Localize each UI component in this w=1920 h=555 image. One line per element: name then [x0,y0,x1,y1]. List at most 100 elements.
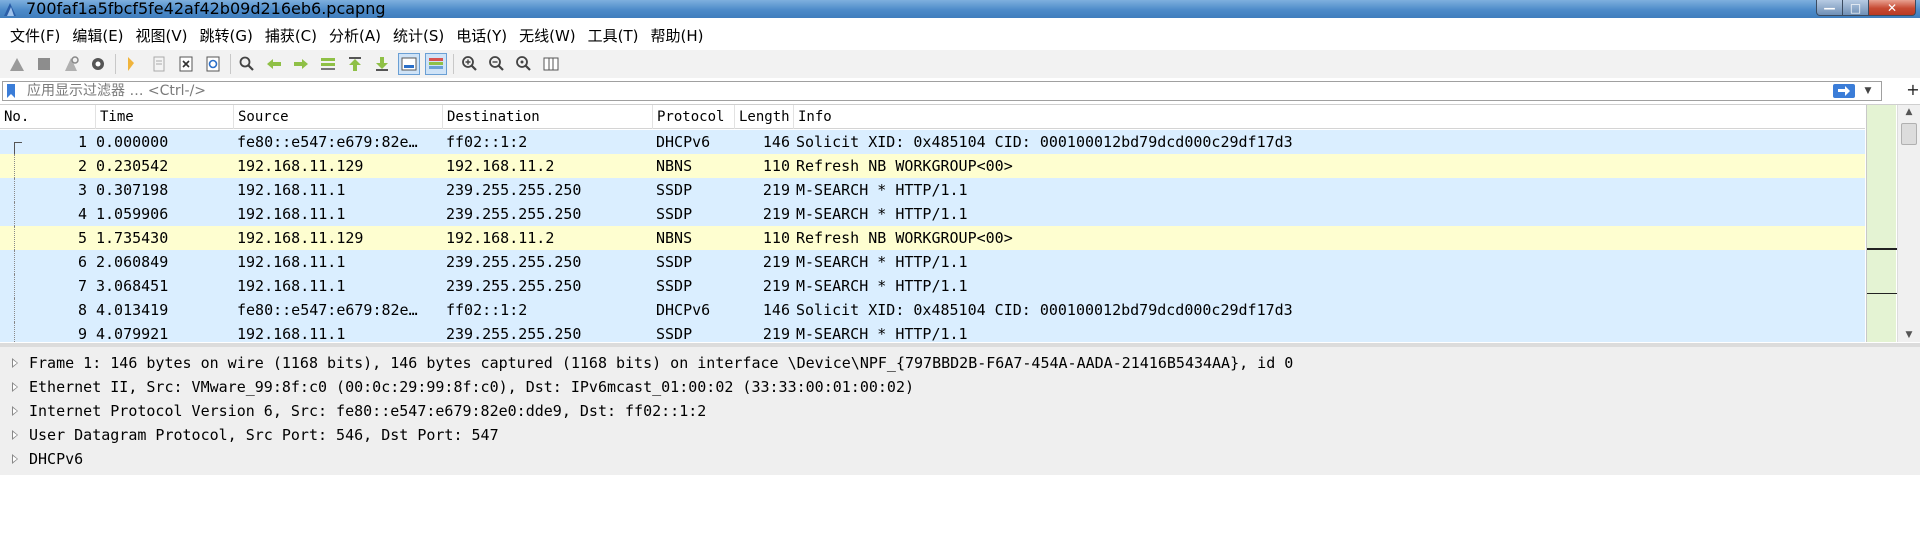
resize-columns-icon[interactable] [540,53,562,75]
column-header-source[interactable]: Source [234,105,443,129]
menu-capture[interactable]: 捕获(C) [259,24,323,48]
packet-minimap[interactable] [1866,105,1897,342]
minimize-button[interactable]: — [1816,0,1843,16]
packet-cell-length: 110 [762,157,790,175]
packet-cell-info: Refresh NB WORKGROUP<00> [796,157,1013,175]
packet-cell-source: 192.168.11.129 [237,229,364,247]
menu-file[interactable]: 文件(F) [4,24,66,48]
chevron-down-icon[interactable]: ▼ [1861,84,1875,98]
menu-view[interactable]: 视图(V) [130,24,194,48]
wireshark-fin-icon [4,3,16,16]
packet-list-scrollbar[interactable]: ▲ ▼ [1897,105,1920,342]
zoom-normal-icon[interactable] [513,53,535,75]
scrollbar-thumb[interactable] [1901,123,1917,145]
packet-cell-destination: ff02::1:2 [446,301,528,319]
packet-list-header: No. Time Source Destination Protocol Len… [0,105,1865,129]
filter-placeholder: 应用显示过滤器 … <Ctrl-/> [27,83,207,99]
packet-row[interactable]: 4 1.059906 192.168.11.1 239.255.255.250 SSDP… [0,202,1865,226]
expand-triangle-icon[interactable] [12,430,18,440]
packet-cell-destination: ff02::1:2 [446,133,528,151]
packet-cell-protocol: SSDP [656,205,693,223]
window-controls: — □ ✕ [1816,0,1916,16]
packet-row[interactable]: 1 0.000000 fe80::e547:e679:82e… ff02::1:2 DH… [0,130,1865,154]
packet-cell-protocol: SSDP [656,253,693,271]
reload-icon[interactable] [202,53,224,75]
display-filter-input[interactable]: 应用显示过滤器 … <Ctrl-/> ▼ [2,81,1882,101]
menu-go[interactable]: 跳转(G) [194,24,259,48]
open-folder-icon[interactable] [121,53,143,75]
column-header-no[interactable]: No. [0,105,96,129]
packet-cell-no: 7 [77,277,87,295]
packet-cell-no: 5 [77,229,87,247]
packet-cell-info: Solicit XID: 0x485104 CID: 000100012bd79… [796,133,1293,151]
packet-row[interactable]: 5 1.735430 192.168.11.129 192.168.11.2 NBNS 1… [0,226,1865,250]
close-file-icon[interactable] [175,53,197,75]
menu-statistics[interactable]: 统计(S) [387,24,450,48]
packet-cell-length: 219 [762,277,790,295]
scroll-up-icon[interactable]: ▲ [1898,105,1920,119]
menu-help[interactable]: 帮助(H) [645,24,710,48]
column-header-time[interactable]: Time [96,105,234,129]
maximize-button[interactable]: □ [1843,0,1869,16]
last-packet-icon[interactable] [371,53,393,75]
detail-udp[interactable]: User Datagram Protocol, Src Port: 546, D… [0,423,1920,447]
close-button[interactable]: ✕ [1869,0,1916,16]
options-gear-icon[interactable] [87,53,109,75]
menu-analyze[interactable]: 分析(A) [323,24,387,48]
restart-icon[interactable] [60,53,82,75]
packet-cell-length: 146 [762,301,790,319]
packet-cell-length: 110 [762,229,790,247]
expand-triangle-icon[interactable] [12,358,18,368]
packet-cell-no: 9 [77,325,87,342]
packet-cell-time: 0.307198 [96,181,169,199]
detail-ipv6[interactable]: Internet Protocol Version 6, Src: fe80::… [0,399,1920,423]
zoom-in-icon[interactable] [459,53,481,75]
packet-row[interactable]: 9 4.079921 192.168.11.1 239.255.255.250 SSDP… [0,322,1865,342]
first-packet-icon[interactable] [344,53,366,75]
expand-triangle-icon[interactable] [12,406,18,416]
expand-triangle-icon[interactable] [12,454,18,464]
main-toolbar [0,50,1920,78]
packet-cell-length: 219 [762,253,790,271]
packet-row[interactable]: 3 0.307198 192.168.11.1 239.255.255.250 SSDP… [0,178,1865,202]
packet-row[interactable]: 2 0.230542 192.168.11.129 192.168.11.2 NBNS 1… [0,154,1865,178]
menu-wireless[interactable]: 无线(W) [513,24,582,48]
detail-ethernet[interactable]: Ethernet II, Src: VMware_99:8f:c0 (00:0c… [0,375,1920,399]
expand-triangle-icon[interactable] [12,382,18,392]
packet-row[interactable]: 6 2.060849 192.168.11.1 239.255.255.250 SSDP… [0,250,1865,274]
bookmark-icon[interactable] [6,84,16,98]
menu-tools[interactable]: 工具(T) [582,24,645,48]
minimap-marker [1867,293,1897,294]
packet-cell-destination: 239.255.255.250 [446,253,582,271]
packet-row[interactable]: 8 4.013419 fe80::e547:e679:82e… ff02::1:2 DH… [0,298,1865,322]
zoom-out-icon[interactable] [486,53,508,75]
packet-cell-info: M-SEARCH * HTTP/1.1 [796,205,968,223]
menu-telephony[interactable]: 电话(Y) [450,24,513,48]
column-header-info[interactable]: Info [794,105,1865,129]
apply-filter-arrow-icon[interactable] [1833,84,1855,98]
packet-cell-length: 146 [762,133,790,151]
window-title: 700faf1a5fbcf5fe42af42b09d216eb6.pcapng [26,0,386,18]
packet-cell-source: fe80::e547:e679:82e… [237,133,418,151]
detail-frame[interactable]: Frame 1: 146 bytes on wire (1168 bits), … [0,351,1920,375]
column-header-destination[interactable]: Destination [443,105,653,129]
forward-arrow-icon[interactable] [290,53,312,75]
autoscroll-icon[interactable] [398,53,420,75]
packet-cell-source: 192.168.11.1 [237,205,346,223]
find-icon[interactable] [236,53,258,75]
back-arrow-icon[interactable] [263,53,285,75]
shark-fin-start-icon[interactable] [6,53,28,75]
save-file-icon[interactable] [148,53,170,75]
go-to-packet-icon[interactable] [317,53,339,75]
add-filter-button[interactable]: + [1906,80,1920,100]
scroll-down-icon[interactable]: ▼ [1898,328,1920,342]
packet-cell-no: 6 [77,253,87,271]
menu-edit[interactable]: 编辑(E) [66,24,129,48]
detail-dhcpv6[interactable]: DHCPv6 [0,447,1920,471]
column-header-length[interactable]: Length [735,105,794,129]
stop-icon[interactable] [33,53,55,75]
colorize-icon[interactable] [425,53,447,75]
column-header-protocol[interactable]: Protocol [653,105,735,129]
packet-cell-source: fe80::e547:e679:82e… [237,301,418,319]
packet-row[interactable]: 7 3.068451 192.168.11.1 239.255.255.250 SSDP… [0,274,1865,298]
